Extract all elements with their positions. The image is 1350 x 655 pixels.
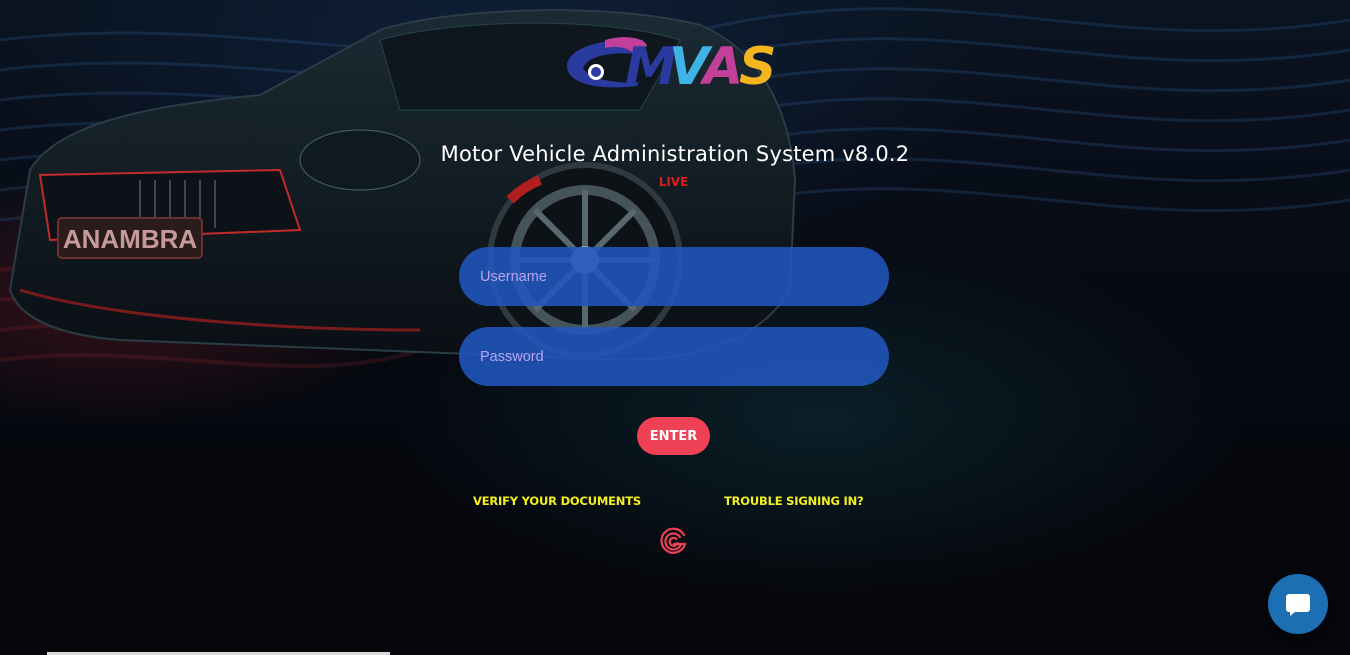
verify-documents-link[interactable]: VERIFY YOUR DOCUMENTS <box>473 494 641 508</box>
mvas-logo: M V A S <box>566 37 776 90</box>
g-spiral-icon <box>660 527 687 554</box>
logo-letter-s: S <box>739 37 776 90</box>
chat-bubble-icon <box>1286 594 1310 616</box>
password-input[interactable] <box>459 327 889 386</box>
chat-button[interactable] <box>1268 574 1328 634</box>
username-input[interactable] <box>459 247 889 306</box>
enter-button[interactable]: ENTER <box>637 417 710 455</box>
logo-letter-a: A <box>699 37 743 90</box>
license-plate-text: ANAMBRA <box>63 224 198 254</box>
page-title: Motor Vehicle Administration System v8.0… <box>440 142 910 166</box>
environment-badge: LIVE <box>658 175 689 189</box>
trouble-signing-in-link[interactable]: TROUBLE SIGNING IN? <box>724 494 864 508</box>
